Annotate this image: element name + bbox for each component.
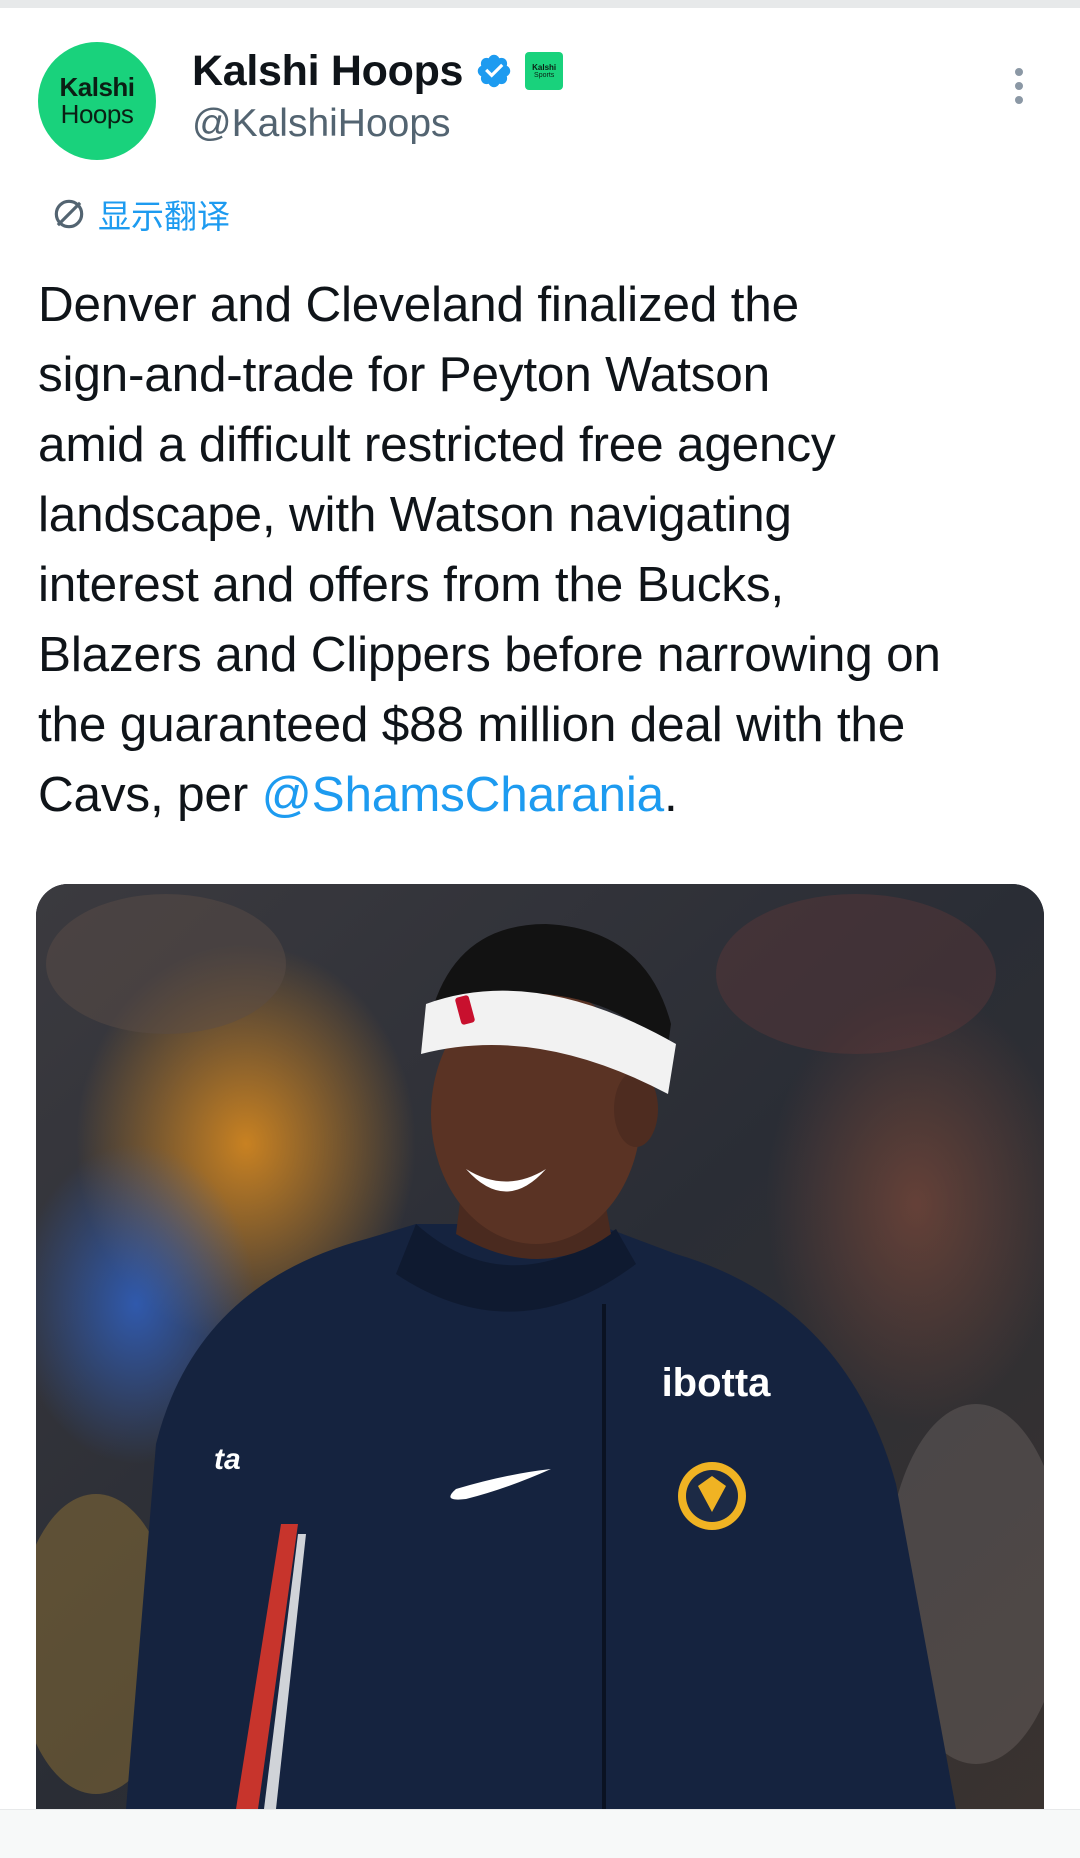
- more-options-icon[interactable]: [1006, 68, 1032, 112]
- jersey-sponsor-text: ibotta: [662, 1361, 772, 1405]
- avatar-line2: Hoops: [60, 99, 134, 129]
- top-divider: [0, 0, 1080, 8]
- verified-check-icon: [477, 54, 511, 88]
- avatar[interactable]: Kalshi Hoops: [38, 42, 156, 160]
- translate-icon: [54, 199, 84, 229]
- user-handle[interactable]: @KalshiHoops: [192, 102, 451, 146]
- tweet-text-end: .: [663, 767, 678, 822]
- affiliate-badge-line2: Sports: [534, 71, 555, 79]
- name-row: Kalshi Hoops Kalshi Sports: [192, 46, 564, 96]
- player-photo-illustration: ibotta ta: [36, 884, 1044, 1809]
- tweet-text: Denver and Cleveland finalized the sign-…: [38, 270, 1048, 830]
- avatar-line1: Kalshi: [59, 71, 135, 102]
- tweet-text-body: Denver and Cleveland finalized the sign-…: [38, 277, 941, 822]
- translate-label: 显示翻译: [98, 198, 230, 235]
- sleeve-text: ta: [214, 1443, 241, 1476]
- bottom-strip: [0, 1809, 1080, 1858]
- mention-link[interactable]: @ShamsCharania: [262, 767, 665, 822]
- affiliate-badge-line1: Kalshi: [532, 62, 557, 72]
- display-name[interactable]: Kalshi Hoops: [192, 47, 463, 96]
- translate-button[interactable]: 显示翻译: [50, 190, 230, 238]
- tweet-photo[interactable]: ibotta ta: [36, 884, 1044, 1809]
- affiliate-badge[interactable]: Kalshi Sports: [525, 52, 564, 90]
